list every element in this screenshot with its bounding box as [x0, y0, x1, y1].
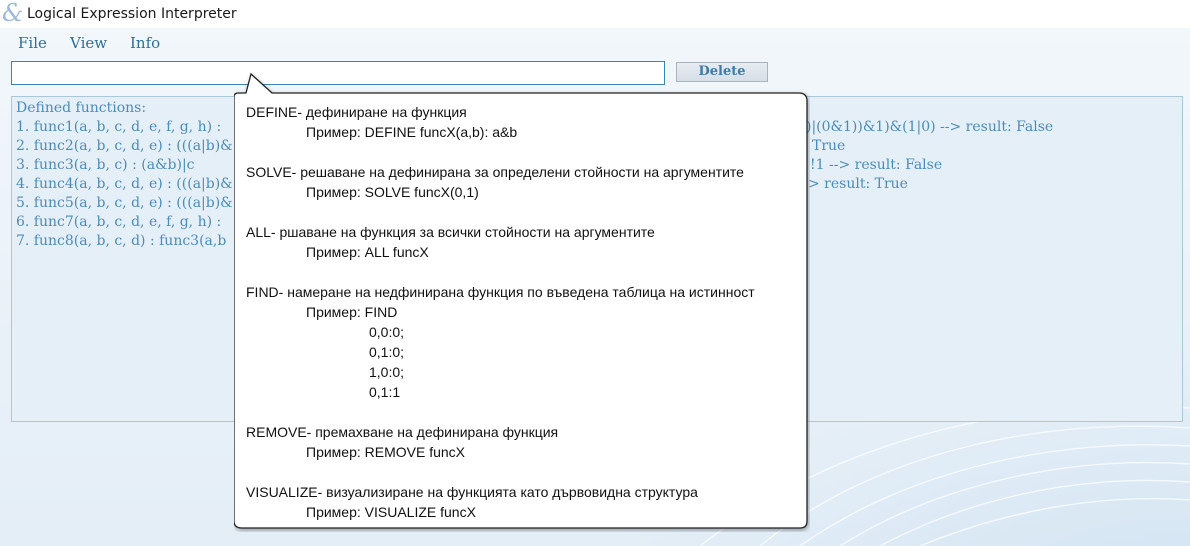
help-find-row: 0,1:0; — [369, 344, 405, 360]
function-item: 7. func8(a, b, c, d) : func3(a,b — [16, 233, 227, 249]
title-bar: & Logical Expression Interpreter — [0, 0, 1190, 28]
function-result: > result: True — [808, 176, 908, 192]
function-result: !1 --> result: False — [810, 157, 943, 173]
help-find-example: Пример: FIND — [306, 304, 398, 320]
function-item: 4. func4(a, b, c, d, e) : (((a|b)& — [16, 176, 233, 192]
help-remove-example: Пример: REMOVE funcX — [306, 444, 466, 460]
help-find-row: 0,1:1 — [369, 384, 401, 400]
help-find-title: FIND- намеране на недфинирана функция по… — [246, 284, 755, 300]
help-solve-title: SOLVE- решаване на дефинирана за определ… — [246, 164, 744, 180]
function-result: )|(0&1))&1)&(1|0) --> result: False — [806, 119, 1054, 135]
function-item: 1. func1(a, b, c, d, e, f, g, h) : — [16, 119, 222, 135]
help-tooltip: DEFINE- дефиниране на функция Пример: DE… — [234, 72, 810, 532]
menu-file[interactable]: File — [18, 34, 47, 52]
help-define-example: Пример: DEFINE funcX(a,b): a&b — [306, 124, 518, 140]
menu-view[interactable]: View — [70, 34, 107, 52]
help-solve-example: Пример: SOLVE funcX(0,1) — [306, 184, 479, 200]
help-visualize-title: VISUALIZE- визуализиране на функцията ка… — [246, 484, 698, 500]
help-find-row: 0,0:0; — [369, 324, 405, 340]
window-title: Logical Expression Interpreter — [27, 6, 237, 22]
help-all-title: ALL- ршаване на функция за всички стойно… — [246, 224, 655, 240]
menu-bar: File View Info — [0, 28, 1190, 56]
function-item: 2. func2(a, b, c, d, e) : (((a|b)& — [16, 138, 233, 154]
help-define-title: DEFINE- дефиниране на функция — [246, 104, 467, 120]
functions-header: Defined functions: — [16, 100, 147, 116]
function-result: True — [812, 138, 846, 154]
help-find-row: 1,0:0; — [369, 364, 405, 380]
help-remove-title: REMOVE- премахване на дефинирана функция — [246, 424, 559, 440]
function-item: 3. func3(a, b, c) : (a&b)|c — [16, 157, 195, 173]
function-item: 5. func5(a, b, c, d, e) : (((a|b)& — [16, 195, 233, 211]
help-all-example: Пример: ALL funcX — [306, 244, 429, 260]
help-visualize-example: Пример: VISUALIZE funcX — [306, 504, 476, 520]
menu-info[interactable]: Info — [130, 34, 160, 52]
ampersand-icon: & — [2, 0, 24, 27]
function-item: 6. func7(a, b, c, d, e, f, g, h) : — [16, 214, 222, 230]
